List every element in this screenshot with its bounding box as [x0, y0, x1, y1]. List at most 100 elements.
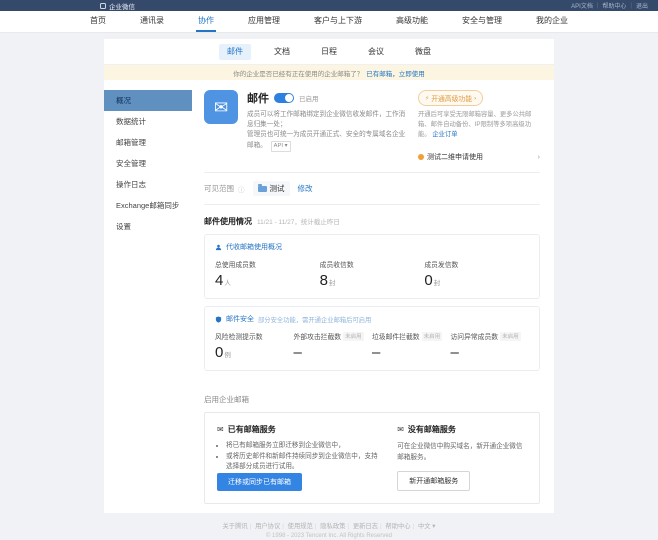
tab-schedule[interactable]: 日程 — [313, 44, 345, 60]
nav-item-my-company[interactable]: 我的企业 — [534, 11, 570, 32]
visible-range-label: 可见范围 — [204, 183, 234, 194]
stat-risk-alerts: 风险检测提示数 0例 — [215, 331, 294, 361]
trial-apply-link[interactable]: 测试二维申请使用 › — [418, 146, 540, 162]
no-mailbox-title: 没有邮箱服务 — [408, 424, 456, 435]
notice-use-existing-link[interactable]: 已有邮箱，立即使用 — [366, 68, 425, 78]
sidebar-item-mailbox-management[interactable]: 邮箱管理 — [104, 132, 192, 153]
has-mailbox-bullets: 将已有邮箱服务立即迁移到企业微信中， 或将历史邮件和新邮件持续同步到企业微信中，… — [217, 441, 379, 473]
api-dropdown[interactable]: API ▾ — [271, 141, 291, 152]
nav-item-collaboration[interactable]: 协作 — [196, 11, 216, 32]
app-logo[interactable]: 企业微信 — [100, 1, 135, 11]
footer-link-help[interactable]: 帮助中心 — [385, 523, 410, 530]
main-nav: 首页 通讯录 协作 应用管理 客户与上下游 高级功能 安全与管理 我的企业 — [0, 11, 658, 32]
topbar-link-logout[interactable]: 退出 — [636, 1, 648, 10]
topbar-link-api-docs[interactable]: API文档 — [571, 1, 593, 10]
copyright-text: © 1998 - 2023 Tencent Inc. All Rights Re… — [0, 533, 658, 539]
bullet-item: 或将历史邮件和新邮件持续同步到企业微信中，支持选择部分成员进行试用。 — [226, 452, 379, 473]
visible-range-row: 可见范围 ⓘ 测试 修改 — [204, 172, 540, 205]
nav-item-app-management[interactable]: 应用管理 — [246, 11, 282, 32]
upgrade-promo-panel: ⚡ 开通高级功能 › 开通后可享受无限邮箱容量、更多公共邮箱、邮件自动备份、IP… — [418, 90, 540, 162]
sidebar-item-settings[interactable]: 设置 — [104, 216, 192, 237]
chevron-right-icon: › — [538, 154, 540, 161]
footer-language-selector[interactable]: 中文 ▾ — [418, 523, 436, 530]
activate-options-box: ✉ 已有邮箱服务 将已有邮箱服务立即迁移到企业微信中， 或将历史邮件和新邮件持续… — [204, 412, 540, 504]
toggle-knob — [285, 94, 293, 102]
mailbox-icon: ✉ — [217, 425, 224, 434]
stat-mails-sent: 成员发信数 0封 — [424, 259, 529, 289]
status-badge: 未启用 — [422, 332, 443, 341]
no-mailbox-description: 可在企业微信中购买域名，新开通企业微信邮箱服务。 — [397, 442, 527, 463]
migrate-sync-mailbox-button[interactable]: 迁移或同步已有邮箱 — [217, 473, 302, 491]
topbar-link-help-center[interactable]: 帮助中心 — [602, 1, 626, 10]
desc-line-1: 成员可以将工作邮箱绑定到企业微信收发邮件，工作消息归集一处； — [247, 111, 405, 128]
stat-mails-received: 成员收信数 8封 — [320, 259, 425, 289]
stat-external-attacks-blocked: 外部攻击拦截数未启用 – — [294, 331, 373, 361]
app-logo-text: 企业微信 — [109, 1, 135, 11]
stat-spam-blocked: 垃圾邮件拦截数未启用 – — [372, 331, 451, 361]
usage-period: 11/21 - 11/27，统计截止昨日 — [257, 216, 340, 226]
proxy-card-title: 代收邮箱使用概况 — [226, 242, 282, 252]
mail-app-icon: ✉ — [204, 90, 238, 124]
sidebar-item-exchange-sync[interactable]: Exchange邮箱同步 — [104, 195, 192, 216]
vip-icon: ⚡ — [425, 95, 429, 102]
new-mailbox-icon: ✉ — [397, 425, 404, 434]
visible-range-tag: 测试 — [253, 181, 290, 196]
mail-app-description: 成员可以将工作邮箱绑定到企业微信收发邮件，工作消息归集一处； 管理员也可统一为成… — [247, 110, 408, 152]
topbar: 企业微信 API文档 | 帮助中心 | 退出 — [0, 0, 658, 11]
topbar-links: API文档 | 帮助中心 | 退出 — [571, 1, 648, 10]
notice-text: 你的企业是否已经有正在使用的企业邮箱了？ — [233, 68, 363, 78]
visible-range-value: 测试 — [270, 183, 285, 194]
collab-tabs: 邮件 文档 日程 会议 微盘 — [104, 39, 554, 65]
shield-icon — [215, 316, 222, 323]
has-mailbox-title: 已有邮箱服务 — [228, 424, 276, 435]
footer-link-usage-rules[interactable]: 使用规范 — [288, 523, 313, 530]
activate-section-title: 启用企业邮箱 — [204, 394, 540, 405]
footer-link-about[interactable]: 关于腾讯 — [223, 523, 248, 530]
mail-app-header: ✉ 邮件 已启用 成员可以将工作邮箱绑定到企业微信收发邮件，工作消息归集一处； … — [204, 90, 540, 162]
nav-item-advanced-features[interactable]: 高级功能 — [394, 11, 430, 32]
divider: | — [630, 3, 632, 9]
edit-range-link[interactable]: 修改 — [298, 183, 313, 194]
footer-link-user-agreement[interactable]: 用户协议 — [255, 523, 280, 530]
info-icon[interactable]: ⓘ — [238, 184, 245, 194]
stat-abnormal-access-members: 访问异常成员数未启用 – — [451, 331, 530, 361]
bullet-item: 将已有邮箱服务立即迁移到企业微信中， — [226, 441, 379, 452]
new-mailbox-service-button[interactable]: 新开通邮箱服务 — [397, 471, 470, 491]
nav-item-customers-upstream[interactable]: 客户与上下游 — [312, 11, 364, 32]
tab-meeting[interactable]: 会议 — [360, 44, 392, 60]
divider: | — [597, 3, 599, 9]
status-badge: 未启用 — [500, 332, 521, 341]
settings-sidebar: 概况 数据统计 邮箱管理 安全管理 操作日志 Exchange邮箱同步 设置 — [104, 80, 192, 504]
page-title: 邮件 — [247, 90, 269, 106]
overview-content: ✉ 邮件 已启用 成员可以将工作邮箱绑定到企业微信收发邮件，工作消息归集一处； … — [192, 80, 554, 504]
main-panel: 邮件 文档 日程 会议 微盘 你的企业是否已经有正在使用的企业邮箱了？ 已有邮箱… — [104, 39, 554, 513]
security-card-title: 邮件安全 — [226, 314, 254, 324]
usage-section-header: 邮件使用情况 11/21 - 11/27，统计截止昨日 — [204, 216, 540, 227]
sidebar-item-overview[interactable]: 概况 — [104, 90, 192, 111]
mail-enable-toggle[interactable] — [274, 93, 294, 103]
tab-docs[interactable]: 文档 — [266, 44, 298, 60]
sidebar-item-security-management[interactable]: 安全管理 — [104, 153, 192, 174]
nav-item-contacts[interactable]: 通讯录 — [138, 11, 166, 32]
upgrade-premium-button[interactable]: ⚡ 开通高级功能 › — [418, 90, 483, 106]
nav-item-home[interactable]: 首页 — [88, 11, 108, 32]
status-label: 已启用 — [299, 93, 319, 103]
footer-link-changelog[interactable]: 更新日志 — [353, 523, 378, 530]
tab-mail[interactable]: 邮件 — [219, 44, 251, 60]
enterprise-order-link[interactable]: 企业订单 — [432, 131, 457, 138]
footer-links: 关于腾讯| 用户协议| 使用规范| 隐私政策| 更新日志| 帮助中心| 中文 ▾ — [0, 521, 658, 530]
trial-label: 测试二维申请使用 — [427, 152, 483, 162]
notice-bar: 你的企业是否已经有正在使用的企业邮箱了？ 已有邮箱，立即使用 — [104, 65, 554, 80]
chevron-right-icon: › — [474, 95, 476, 102]
sidebar-item-data-stats[interactable]: 数据统计 — [104, 111, 192, 132]
wecom-logo-icon — [100, 3, 106, 9]
mail-security-card: 邮件安全 部分安全功能，需开通企业邮箱后可启用 风险检测提示数 0例 外部攻击拦… — [204, 306, 540, 371]
tab-drive[interactable]: 微盘 — [407, 44, 439, 60]
nav-item-security-management[interactable]: 安全与管理 — [460, 11, 504, 32]
usage-title: 邮件使用情况 — [204, 216, 252, 227]
footer-link-privacy[interactable]: 隐私政策 — [320, 523, 345, 530]
person-icon — [215, 244, 222, 251]
has-mailbox-option: ✉ 已有邮箱服务 将已有邮箱服务立即迁移到企业微信中， 或将历史邮件和新邮件持续… — [217, 424, 379, 491]
no-mailbox-option: ✉ 没有邮箱服务 可在企业微信中购买域名，新开通企业微信邮箱服务。 新开通邮箱服… — [397, 424, 527, 491]
sidebar-item-operation-log[interactable]: 操作日志 — [104, 174, 192, 195]
